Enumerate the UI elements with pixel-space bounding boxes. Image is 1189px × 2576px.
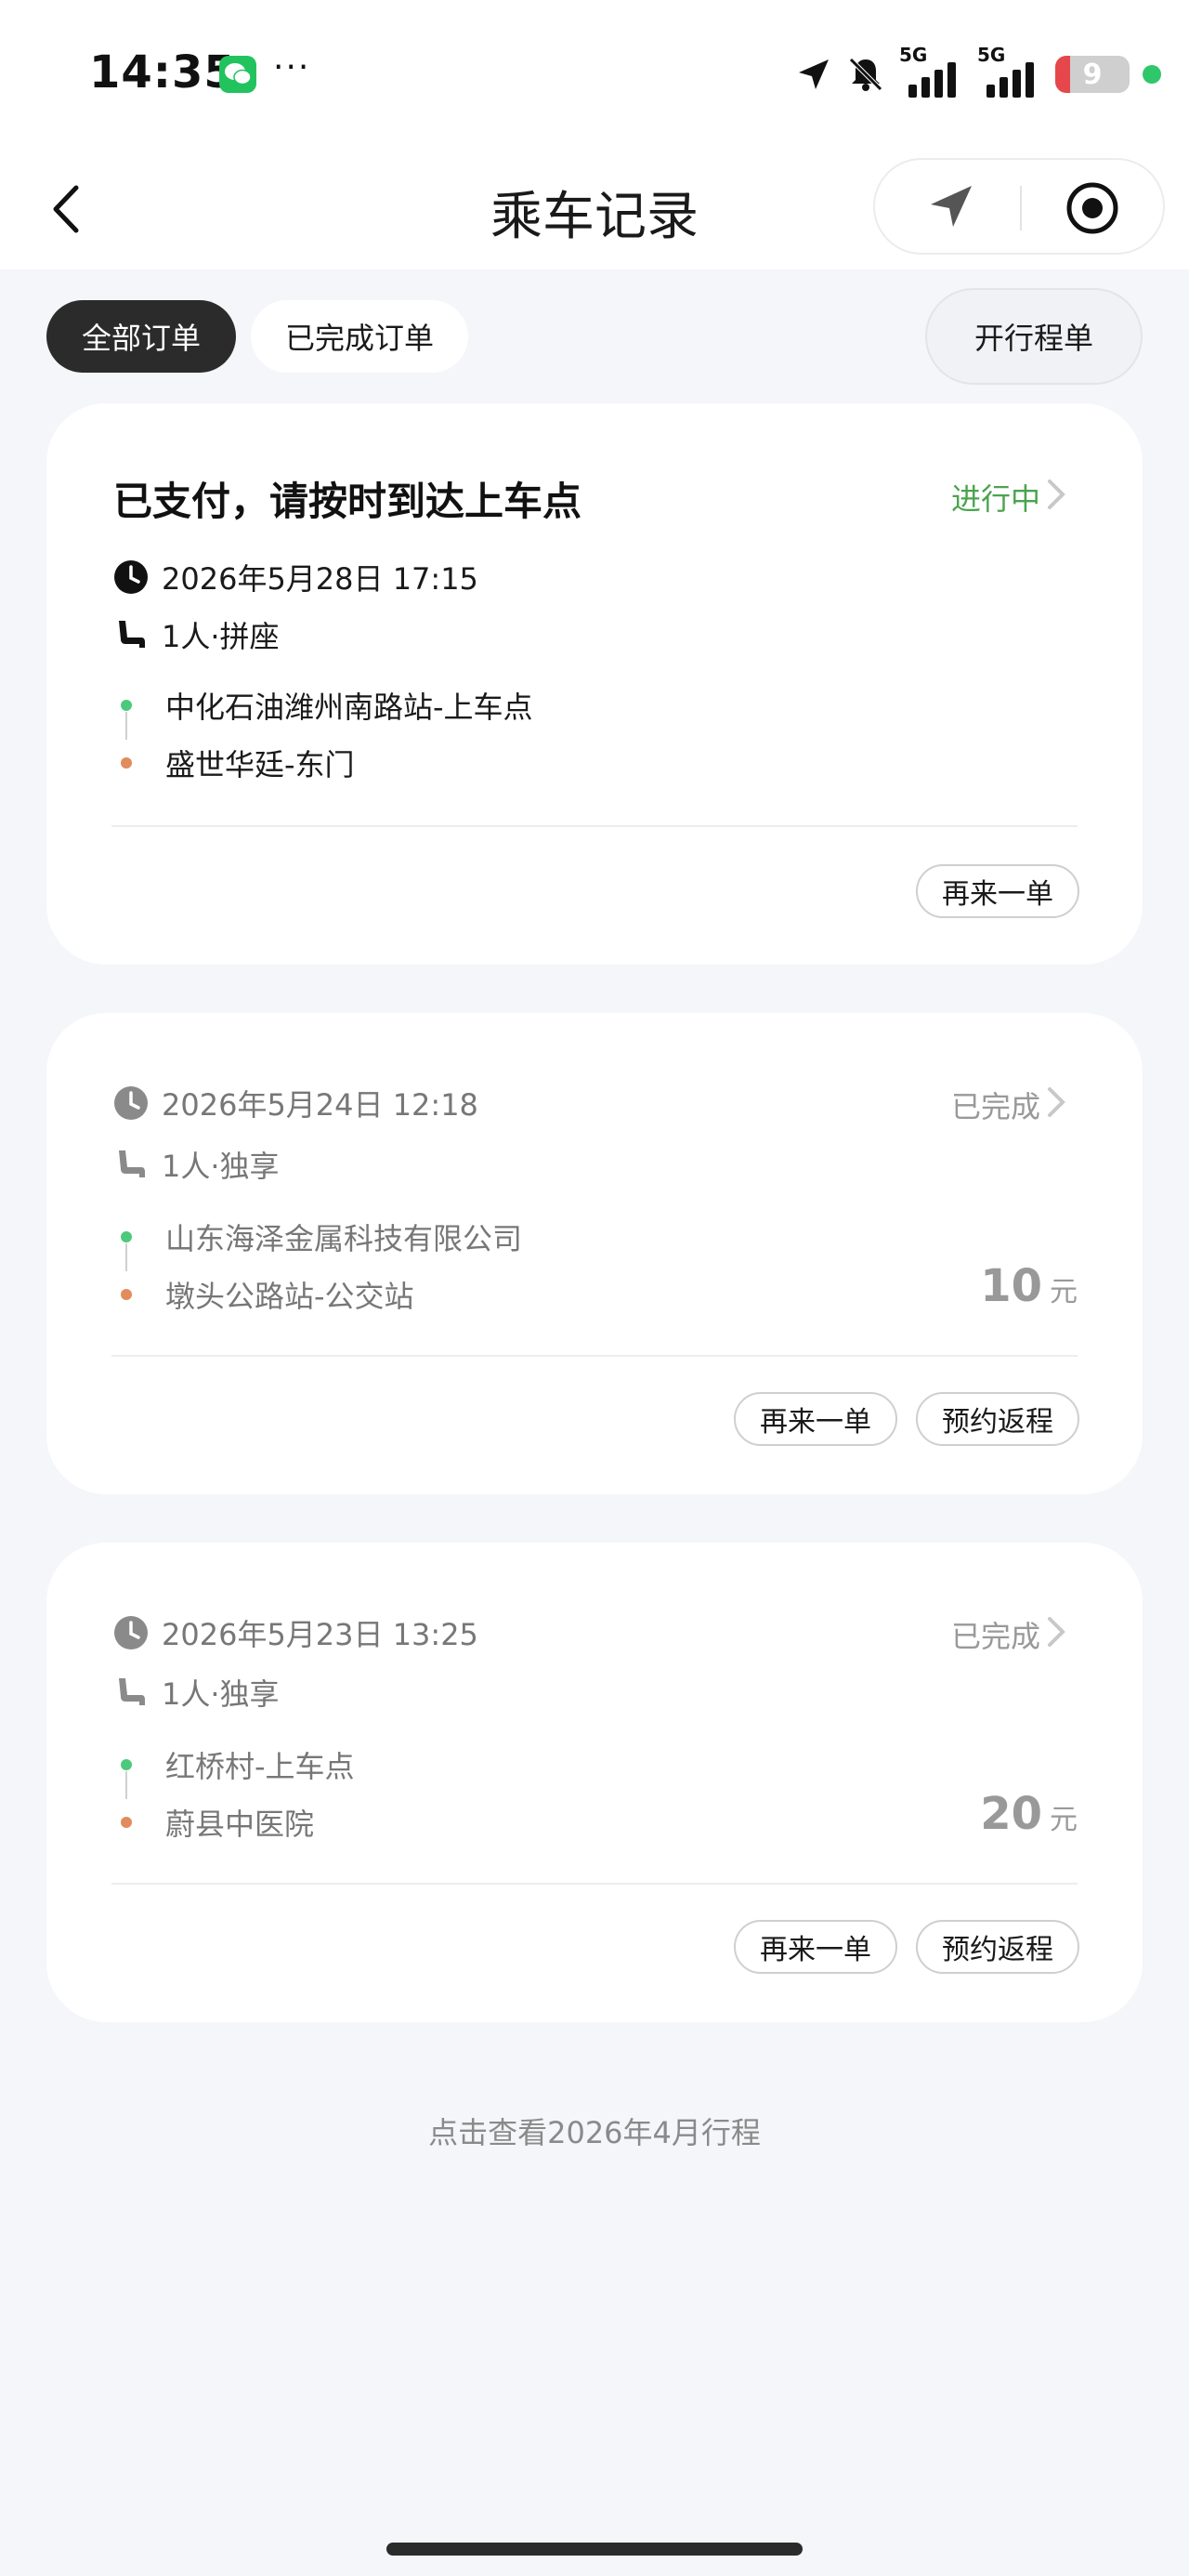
signal-2: 5G — [977, 44, 1042, 98]
status-indicators: 5G 5G 9 — [795, 44, 1161, 102]
card-divider — [111, 825, 1078, 827]
route-connector — [125, 1243, 127, 1271]
route-to: 蔚县中医院 — [121, 1801, 314, 1844]
price-unit: 元 — [1050, 1276, 1078, 1308]
location-arrow-icon — [799, 59, 829, 89]
issue-itinerary-button[interactable]: 开行程单 — [925, 288, 1143, 385]
capsule-separator — [1020, 186, 1022, 230]
status-time: 14:35 — [89, 46, 236, 99]
destination-dot — [121, 757, 132, 769]
privacy-dot — [1143, 65, 1161, 84]
chevron-right-icon — [1048, 1617, 1065, 1647]
home-indicator[interactable] — [386, 2543, 803, 2556]
route-from-label: 山东海泽金属科技有限公司 — [165, 1221, 523, 1256]
order-datetime-row: 2026年5月28日 17:15 — [113, 556, 478, 598]
previous-month-link[interactable]: 点击查看2026年4月行程 — [0, 2109, 1189, 2152]
close-miniapp-button[interactable] — [1065, 180, 1120, 240]
route-from: 山东海泽金属科技有限公司 — [121, 1216, 522, 1258]
route-to-label: 墩头公路站-公交站 — [165, 1279, 414, 1314]
order-status: 进行中 — [950, 481, 1040, 517]
order-card[interactable]: 已完成 2026年5月24日 12:18 1人·独享 山东海泽金属科技有限公司 … — [46, 1013, 1143, 1494]
order-datetime: 2026年5月24日 12:18 — [162, 1087, 478, 1123]
price-amount: 20 — [980, 1788, 1042, 1840]
clock-icon — [114, 560, 148, 594]
clock-icon — [114, 1086, 148, 1120]
seat-icon — [119, 621, 145, 648]
order-seat-row: 1人·拼座 — [113, 613, 280, 656]
route-to-label: 盛世华廷-东门 — [165, 747, 355, 782]
seat-icon — [119, 1150, 145, 1177]
order-price: 20 元 — [980, 1788, 1078, 1840]
wechat-icon — [219, 56, 256, 93]
battery-icon: 9 — [1055, 56, 1130, 93]
book-return-button[interactable]: 预约返程 — [916, 1920, 1079, 1974]
location-button[interactable] — [927, 182, 975, 234]
reorder-button[interactable]: 再来一单 — [734, 1392, 897, 1446]
more-dots: ··· — [273, 48, 311, 86]
order-card[interactable]: 已完成 2026年5月23日 13:25 1人·独享 红桥村-上车点 蔚县中医院… — [46, 1543, 1143, 2022]
order-datetime: 2026年5月28日 17:15 — [162, 561, 478, 597]
filter-all-orders[interactable]: 全部订单 — [46, 300, 236, 373]
origin-dot — [121, 1759, 132, 1770]
order-datetime-row: 2026年5月24日 12:18 — [113, 1082, 478, 1124]
route-to: 盛世华廷-东门 — [121, 742, 355, 784]
origin-dot — [121, 700, 132, 711]
order-seat-row: 1人·独享 — [113, 1143, 280, 1186]
clock-icon — [114, 1616, 148, 1649]
order-price: 10 元 — [980, 1260, 1078, 1312]
reorder-button[interactable]: 再来一单 — [734, 1920, 897, 1974]
destination-dot — [121, 1289, 132, 1300]
order-seat-row: 1人·独享 — [113, 1671, 280, 1714]
location-arrow-icon — [931, 186, 972, 227]
battery-level: 9 — [1082, 59, 1103, 91]
mute-bell-icon — [849, 58, 882, 91]
miniapp-capsule — [873, 158, 1165, 255]
price-amount: 10 — [980, 1260, 1042, 1312]
route-to: 墩头公路站-公交站 — [121, 1273, 414, 1316]
route-from: 红桥村-上车点 — [121, 1743, 355, 1786]
route-from-label: 中化石油潍州南路站-上车点 — [165, 690, 533, 725]
route-from: 中化石油潍州南路站-上车点 — [121, 684, 533, 727]
destination-dot — [121, 1817, 132, 1828]
price-unit: 元 — [1050, 1804, 1078, 1836]
order-seat: 1人·拼座 — [162, 619, 280, 654]
order-status: 已完成 — [950, 1619, 1040, 1654]
reorder-button[interactable]: 再来一单 — [916, 864, 1079, 918]
card-divider — [111, 1355, 1078, 1357]
nav-header: 乘车记录 — [0, 149, 1189, 269]
order-datetime: 2026年5月23日 13:25 — [162, 1617, 478, 1652]
order-datetime-row: 2026年5月23日 13:25 — [113, 1611, 478, 1654]
chevron-right-icon — [1048, 480, 1065, 509]
order-title: 已支付，请按时到达上车点 — [113, 479, 582, 524]
order-status: 已完成 — [950, 1089, 1040, 1124]
chevron-right-icon — [1048, 1087, 1065, 1117]
signal-1: 5G — [899, 44, 964, 98]
route-to-label: 蔚县中医院 — [165, 1807, 315, 1842]
route-connector — [125, 1771, 127, 1799]
seat-icon — [119, 1678, 145, 1705]
origin-dot — [121, 1231, 132, 1242]
order-card[interactable]: 已支付，请按时到达上车点 进行中 2026年5月28日 17:15 1人·拼座 … — [46, 403, 1143, 965]
route-connector — [125, 712, 127, 740]
target-close-icon — [1066, 182, 1118, 234]
card-divider — [111, 1883, 1078, 1885]
order-seat: 1人·独享 — [162, 1676, 280, 1712]
book-return-button[interactable]: 预约返程 — [916, 1392, 1079, 1446]
status-bar: 14:35 ··· 5G 5G 9 — [0, 0, 1189, 149]
filter-completed-orders[interactable]: 已完成订单 — [251, 300, 468, 373]
order-seat: 1人·独享 — [162, 1149, 280, 1184]
route-from-label: 红桥村-上车点 — [165, 1749, 355, 1784]
